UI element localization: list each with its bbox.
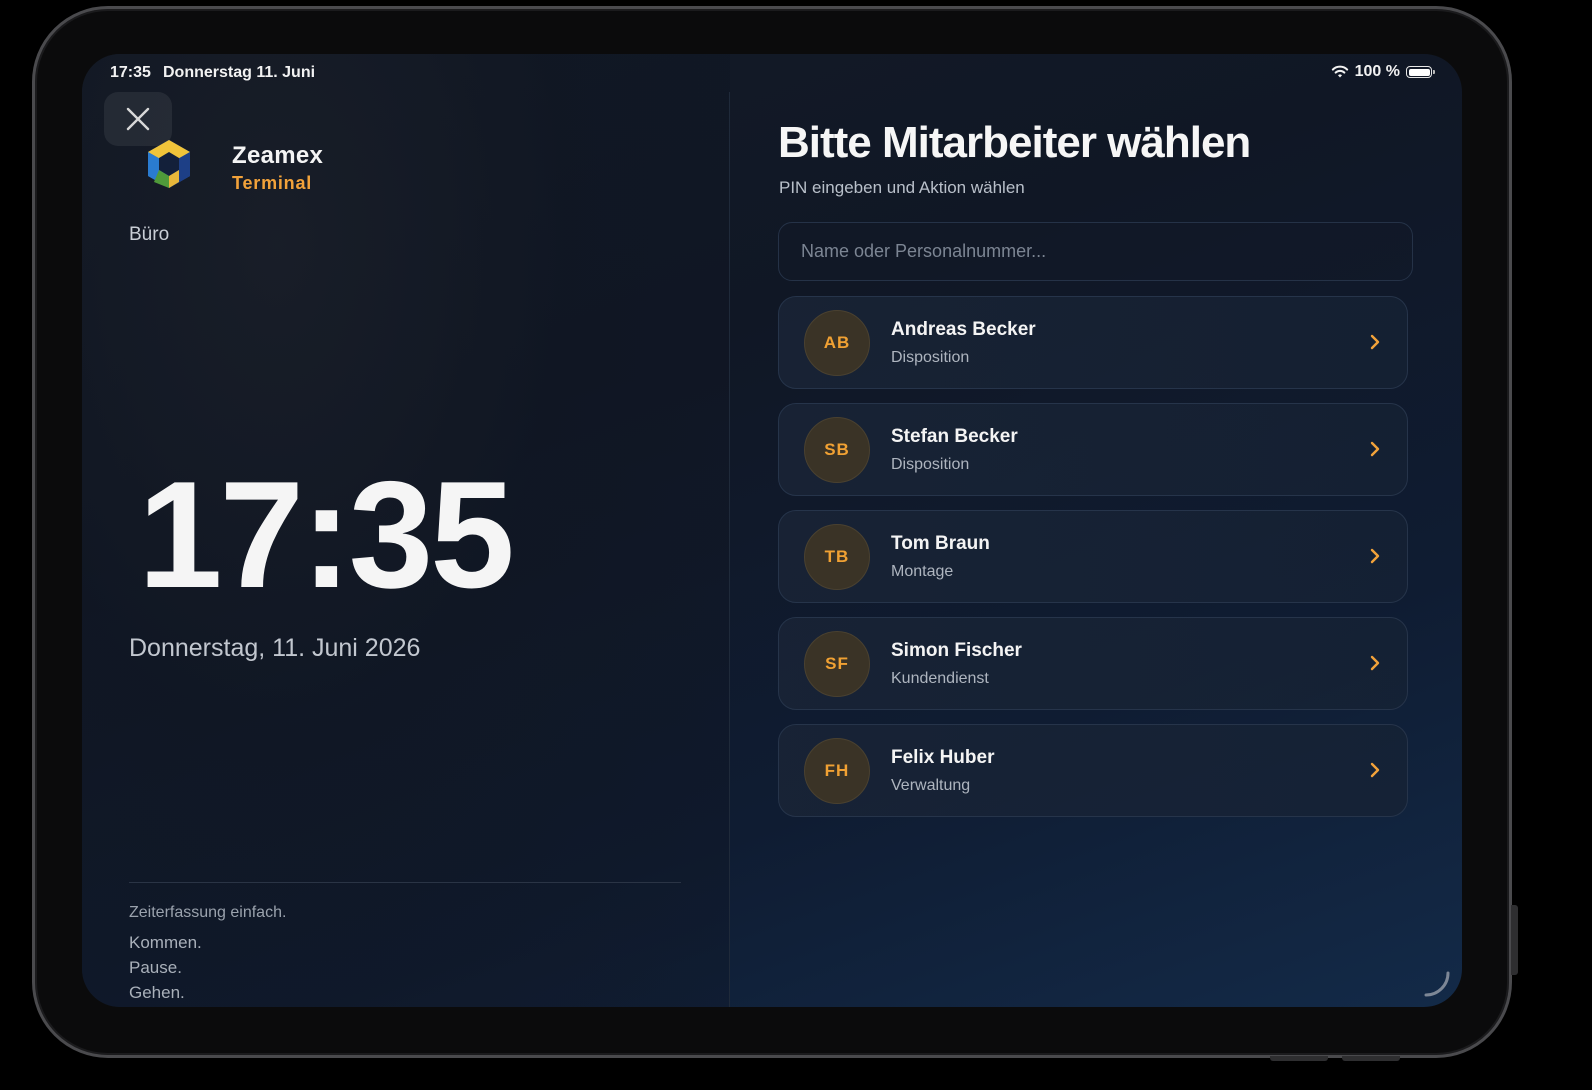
employee-department: Montage — [891, 563, 954, 580]
employee-department: Kundendienst — [891, 670, 989, 687]
avatar: FH — [804, 738, 870, 804]
employee-card[interactable]: SF Simon Fischer Kundendienst — [778, 617, 1408, 710]
search-input[interactable] — [799, 240, 1392, 263]
step-text: Kommen. — [129, 933, 202, 952]
status-indicators: 100 % — [1331, 63, 1435, 81]
device-side-button — [1511, 905, 1518, 975]
page-subtitle: PIN eingeben und Aktion wählen — [779, 178, 1025, 197]
location-label: Büro — [129, 224, 170, 245]
avatar: TB — [804, 524, 870, 590]
step-text: Pause. — [129, 958, 182, 977]
employee-card[interactable]: SB Stefan Becker Disposition — [778, 403, 1408, 496]
screen: 17:35 Donnerstag 11. Juni 100 % Zeamex T… — [82, 54, 1462, 1007]
battery-icon — [1406, 66, 1435, 78]
employee-card[interactable]: FH Felix Huber Verwaltung — [778, 724, 1408, 817]
employee-department: Disposition — [891, 349, 970, 366]
battery-percentage: 100 % — [1354, 63, 1400, 80]
zeamex-logo — [148, 140, 190, 188]
resize-indicator — [1424, 971, 1450, 997]
status-date: Donnerstag 11. Juni — [163, 64, 316, 81]
status-time: 17:35 — [110, 64, 151, 81]
step-text: Gehen. — [129, 983, 185, 1002]
employee-department: Disposition — [891, 456, 970, 473]
device-volume-button — [1270, 1056, 1328, 1061]
footer-divider — [129, 882, 681, 883]
chevron-right-icon — [1370, 334, 1380, 350]
avatar: AB — [804, 310, 870, 376]
employee-list: AB Andreas Becker Disposition SB Stefan … — [778, 296, 1408, 831]
employee-department: Verwaltung — [891, 777, 971, 794]
employee-name: Andreas Becker — [891, 319, 1036, 340]
brand-subtitle: Terminal — [232, 173, 313, 193]
employee-card[interactable]: AB Andreas Becker Disposition — [778, 296, 1408, 389]
employee-name: Felix Huber — [891, 747, 995, 768]
brand-name: Zeamex — [232, 142, 324, 169]
chevron-right-icon — [1370, 655, 1380, 671]
page-title: Bitte Mitarbeiter wählen — [778, 118, 1251, 167]
avatar: SF — [804, 631, 870, 697]
employee-card[interactable]: TB Tom Braun Montage — [778, 510, 1408, 603]
wifi-icon — [1331, 65, 1348, 78]
clock-time: 17:35 — [138, 450, 515, 620]
device-volume-button — [1342, 1056, 1400, 1061]
chevron-right-icon — [1370, 548, 1380, 564]
close-icon — [126, 107, 150, 131]
chevron-right-icon — [1370, 762, 1380, 778]
chevron-right-icon — [1370, 441, 1380, 457]
employee-name: Stefan Becker — [891, 426, 1018, 447]
employee-name: Tom Braun — [891, 533, 990, 554]
clock-date: Donnerstag, 11. Juni 2026 — [129, 634, 421, 662]
tagline: Zeiterfassung einfach. — [129, 904, 287, 921]
avatar: SB — [804, 417, 870, 483]
search-field[interactable] — [778, 222, 1413, 281]
panel-divider — [729, 92, 730, 1007]
employee-name: Simon Fischer — [891, 640, 1022, 661]
